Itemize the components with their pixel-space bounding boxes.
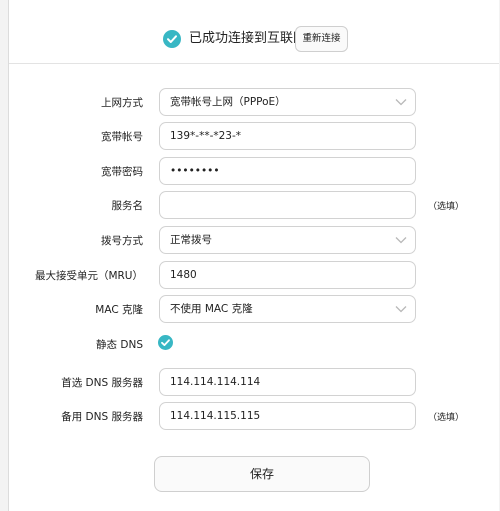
account-value: 139*-**-*23-* — [170, 130, 242, 142]
save-button[interactable]: 保存 — [154, 456, 370, 492]
mru-label: 最大接受单元（MRU） — [34, 270, 143, 282]
account-input[interactable]: 139*-**-*23-* — [159, 122, 416, 150]
connection-status-text: 已成功连接到互联网 — [189, 31, 307, 46]
mac-clone-label: MAC 克隆 — [95, 304, 143, 316]
password-input[interactable]: •••••••• — [159, 157, 416, 185]
service-name-label: 服务名 — [111, 200, 144, 212]
chevron-down-icon — [395, 99, 407, 106]
static-dns-checkbox[interactable] — [158, 335, 173, 350]
static-dns-label: 静态 DNS — [96, 339, 143, 351]
password-value: •••••••• — [170, 165, 220, 177]
account-label: 宽带帐号 — [101, 131, 143, 143]
primary-dns-value: 114.114.114.114 — [170, 376, 261, 388]
secondary-dns-label: 备用 DNS 服务器 — [61, 411, 143, 423]
service-name-optional-note: （选填） — [428, 202, 465, 212]
mru-input[interactable]: 1480 — [159, 261, 416, 289]
mru-value: 1480 — [170, 269, 197, 281]
chevron-down-icon — [395, 306, 407, 313]
service-name-input[interactable] — [159, 191, 416, 219]
reconnect-button[interactable]: 重新连接 — [295, 26, 348, 52]
dial-mode-select[interactable]: 正常拨号 — [159, 226, 416, 254]
mac-clone-value: 不使用 MAC 克隆 — [170, 303, 253, 315]
connection-type-label: 上网方式 — [101, 97, 143, 109]
settings-card: 已成功连接到互联网 重新连接 上网方式 宽带帐号上网（PPPoE） 宽带帐号 1… — [8, 0, 499, 511]
check-icon — [161, 339, 170, 346]
primary-dns-label: 首选 DNS 服务器 — [61, 377, 143, 389]
dial-mode-value: 正常拨号 — [170, 234, 212, 246]
password-label: 宽带密码 — [101, 166, 143, 178]
dial-mode-label: 拨号方式 — [101, 235, 143, 247]
secondary-dns-input[interactable]: 114.114.115.115 — [159, 402, 416, 430]
check-circle-icon — [163, 30, 181, 48]
connection-status-bar: 已成功连接到互联网 重新连接 — [9, 0, 499, 64]
secondary-dns-value: 114.114.115.115 — [170, 410, 261, 422]
mac-clone-select[interactable]: 不使用 MAC 克隆 — [159, 295, 416, 323]
primary-dns-input[interactable]: 114.114.114.114 — [159, 368, 416, 396]
secondary-dns-optional-note: （选填） — [428, 413, 465, 423]
connection-type-value: 宽带帐号上网（PPPoE） — [170, 96, 286, 108]
chevron-down-icon — [395, 237, 407, 244]
connection-type-select[interactable]: 宽带帐号上网（PPPoE） — [159, 88, 416, 116]
